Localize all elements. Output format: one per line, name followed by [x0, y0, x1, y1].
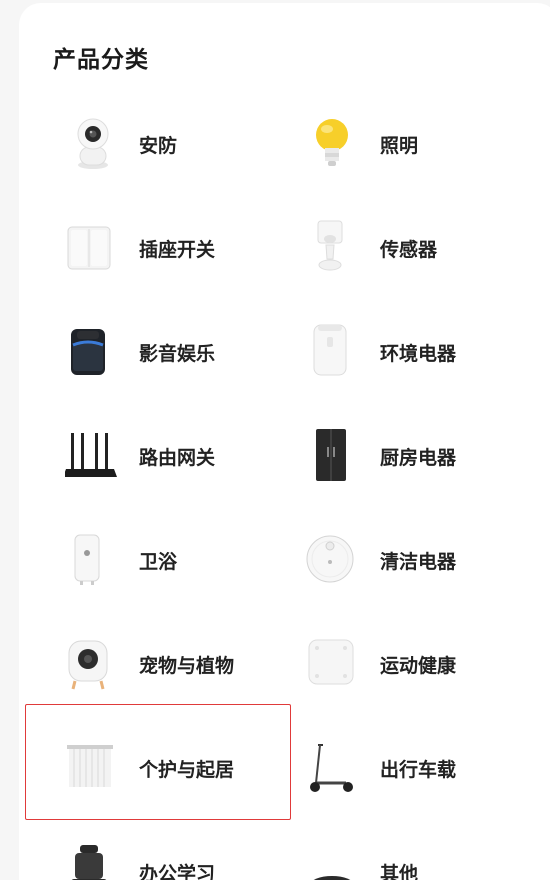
category-label: 其他 [380, 863, 419, 880]
switch-icon [67, 226, 111, 270]
category-bathroom[interactable]: 卫浴 [65, 507, 315, 611]
category-label: 插座开关 [139, 239, 216, 261]
category-label: 清洁电器 [380, 551, 457, 573]
category-label: 办公学习 [139, 863, 216, 880]
water-heater-icon [74, 534, 100, 585]
fridge-icon [316, 429, 346, 481]
category-label: 个护与起居 [139, 759, 235, 781]
category-pets-plants[interactable]: 宠物与植物 [65, 611, 315, 715]
speaker-icon [71, 329, 105, 375]
curtain-icon [67, 745, 113, 787]
category-label: 卫浴 [139, 551, 178, 573]
category-label: 路由网关 [139, 447, 216, 469]
humidifier-icon [313, 324, 347, 376]
category-label: 运动健康 [380, 655, 457, 677]
category-label: 照明 [380, 135, 419, 157]
camera-icon [77, 118, 109, 169]
pet-feeder-icon [68, 640, 108, 690]
robot-vacuum-icon [306, 535, 354, 583]
category-cleaning[interactable]: 清洁电器 [306, 507, 550, 611]
round-device-icon [313, 876, 351, 880]
sensor-icon [317, 220, 343, 271]
chair-icon [71, 845, 107, 880]
section-title: 产品分类 [53, 47, 149, 73]
category-router-gateway[interactable]: 路由网关 [65, 403, 315, 507]
category-travel-vehicle[interactable]: 出行车载 [306, 715, 550, 819]
category-personal-care-living[interactable]: 个护与起居 [65, 715, 315, 819]
router-icon [65, 433, 117, 477]
category-label: 厨房电器 [380, 447, 457, 469]
scale-icon [308, 639, 354, 685]
category-label: 宠物与植物 [139, 655, 235, 677]
category-label: 传感器 [380, 239, 438, 261]
category-sports-health[interactable]: 运动健康 [306, 611, 550, 715]
category-label: 安防 [139, 135, 178, 157]
category-lighting[interactable]: 照明 [306, 91, 550, 195]
category-other[interactable]: 其他 [306, 819, 550, 880]
category-audio-video[interactable]: 影音娱乐 [65, 299, 315, 403]
category-label: 出行车载 [380, 759, 457, 781]
category-office-study[interactable]: 办公学习 [65, 819, 315, 880]
bulb-icon [316, 119, 348, 166]
category-environment[interactable]: 环境电器 [306, 299, 550, 403]
category-kitchen[interactable]: 厨房电器 [306, 403, 550, 507]
category-security[interactable]: 安防 [65, 91, 315, 195]
category-label: 影音娱乐 [139, 343, 216, 365]
category-sensors[interactable]: 传感器 [306, 195, 550, 299]
category-label: 环境电器 [380, 343, 457, 365]
scooter-icon [310, 744, 353, 792]
category-sockets-switches[interactable]: 插座开关 [65, 195, 315, 299]
